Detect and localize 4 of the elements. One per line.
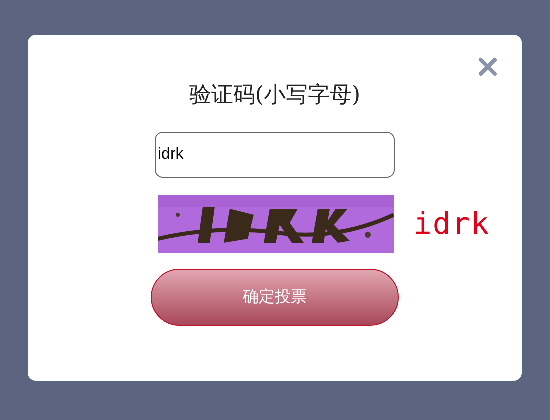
dialog-title: 验证码(小写字母) (189, 82, 361, 110)
captcha-answer: idrk (414, 206, 490, 242)
input-field[interactable]: idrk (155, 132, 395, 178)
close-icon[interactable] (478, 57, 498, 77)
